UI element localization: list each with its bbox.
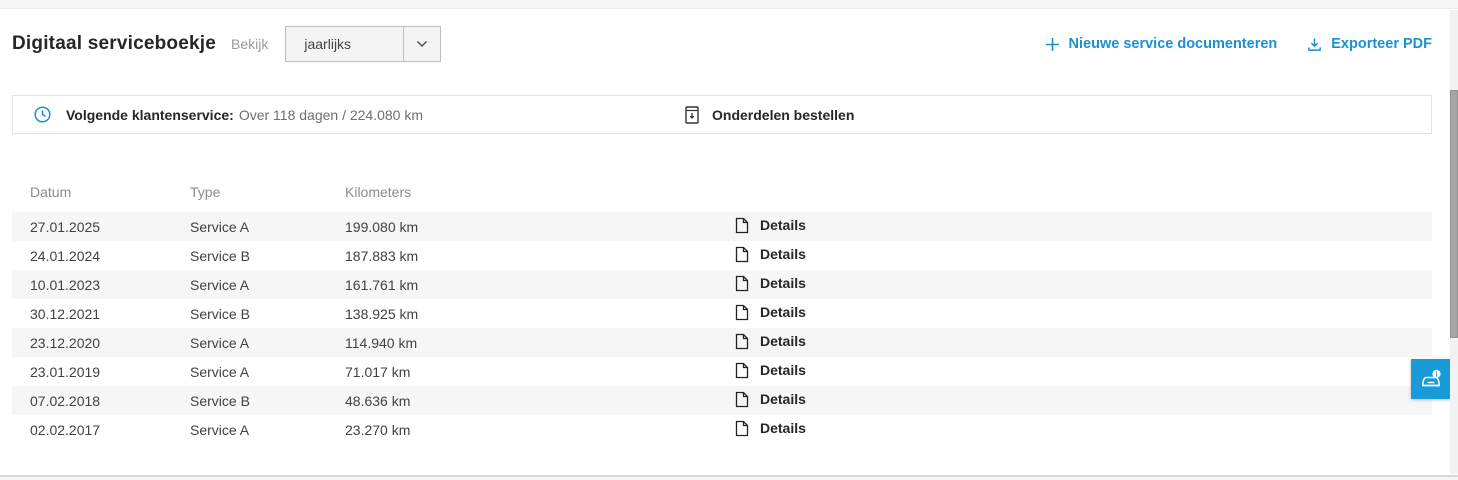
row-km: 48.636 km (345, 393, 735, 409)
svg-text:i: i (1436, 371, 1438, 378)
document-icon (735, 275, 749, 292)
new-service-button[interactable]: Nieuwe service documenteren (1045, 36, 1278, 52)
row-details-button[interactable]: Details (735, 420, 806, 437)
document-icon (735, 304, 749, 321)
row-details-label: Details (760, 420, 806, 436)
column-header-kilometers: Kilometers (345, 184, 735, 200)
order-parts-button[interactable]: Onderdelen bestellen (685, 96, 854, 133)
row-details-label: Details (760, 217, 806, 233)
column-header-datum: Datum (30, 184, 190, 200)
document-icon (735, 217, 749, 234)
row-details-label: Details (760, 362, 806, 378)
service-history-table: Datum Type Kilometers 27.01.2025 Service… (12, 175, 1432, 444)
new-service-label: Nieuwe service documenteren (1069, 36, 1278, 52)
row-details-button[interactable]: Details (735, 304, 806, 321)
row-km: 23.270 km (345, 422, 735, 438)
row-type: Service A (190, 364, 345, 380)
table-row: 24.01.2024 Service B 187.883 km Details (12, 241, 1432, 270)
next-service-info: Volgende klantenservice: Over 118 dagen … (34, 106, 423, 123)
document-icon (735, 420, 749, 437)
parts-box-icon (685, 106, 699, 124)
view-interval-select[interactable]: jaarlijks (285, 26, 441, 62)
row-details-label: Details (760, 246, 806, 262)
row-type: Service A (190, 335, 345, 351)
row-date: 02.02.2017 (30, 422, 190, 438)
service-fab-button[interactable]: i (1411, 359, 1451, 399)
view-interval-selected-value: jaarlijks (286, 36, 403, 52)
row-type: Service B (190, 306, 345, 322)
page-header: Digitaal serviceboekje Bekijk jaarlijks … (12, 26, 1432, 62)
export-pdf-label: Exporteer PDF (1331, 36, 1432, 52)
row-km: 199.080 km (345, 219, 735, 235)
next-service-value: Over 118 dagen / 224.080 km (239, 107, 423, 123)
row-details-label: Details (760, 333, 806, 349)
row-km: 114.940 km (345, 335, 735, 351)
table-row: 23.12.2020 Service A 114.940 km Details (12, 328, 1432, 357)
row-type: Service A (190, 422, 345, 438)
row-type: Service A (190, 219, 345, 235)
row-details-label: Details (760, 391, 806, 407)
row-details-button[interactable]: Details (735, 275, 806, 292)
column-header-type: Type (190, 184, 345, 200)
table-row: 10.01.2023 Service A 161.761 km Details (12, 270, 1432, 299)
car-service-icon: i (1418, 366, 1444, 392)
vertical-scrollbar[interactable] (1450, 10, 1458, 474)
document-icon (735, 391, 749, 408)
order-parts-label: Onderdelen bestellen (712, 107, 854, 123)
row-km: 187.883 km (345, 248, 735, 264)
table-header-row: Datum Type Kilometers (12, 175, 1432, 208)
plus-icon (1045, 37, 1060, 52)
bottom-edge-strip (0, 475, 1458, 480)
page-title: Digitaal serviceboekje (12, 33, 216, 55)
next-service-label: Volgende klantenservice: (66, 107, 234, 123)
export-pdf-button[interactable]: Exporteer PDF (1307, 36, 1432, 52)
row-type: Service A (190, 277, 345, 293)
row-type: Service B (190, 248, 345, 264)
table-row: 27.01.2025 Service A 199.080 km Details (12, 212, 1432, 241)
chevron-down-icon (403, 27, 440, 61)
download-icon (1307, 37, 1322, 52)
row-type: Service B (190, 393, 345, 409)
row-date: 23.01.2019 (30, 364, 190, 380)
row-date: 24.01.2024 (30, 248, 190, 264)
row-details-button[interactable]: Details (735, 391, 806, 408)
header-actions: Nieuwe service documenteren Exporteer PD… (1045, 36, 1432, 52)
row-details-button[interactable]: Details (735, 217, 806, 234)
table-row: 30.12.2021 Service B 138.925 km Details (12, 299, 1432, 328)
row-details-label: Details (760, 275, 806, 291)
row-date: 10.01.2023 (30, 277, 190, 293)
scrollbar-thumb[interactable] (1450, 90, 1458, 338)
service-table-body: 27.01.2025 Service A 199.080 km Details … (12, 212, 1432, 444)
row-details-button[interactable]: Details (735, 333, 806, 350)
clock-icon (34, 106, 51, 123)
row-date: 07.02.2018 (30, 393, 190, 409)
document-icon (735, 246, 749, 263)
next-service-info-bar: Volgende klantenservice: Over 118 dagen … (12, 95, 1432, 134)
row-date: 23.12.2020 (30, 335, 190, 351)
digital-service-book-page: Digitaal serviceboekje Bekijk jaarlijks … (0, 26, 1458, 444)
row-details-button[interactable]: Details (735, 246, 806, 263)
row-details-button[interactable]: Details (735, 362, 806, 379)
row-date: 30.12.2021 (30, 306, 190, 322)
table-row: 07.02.2018 Service B 48.636 km Details (12, 386, 1432, 415)
table-row: 23.01.2019 Service A 71.017 km Details (12, 357, 1432, 386)
table-row: 02.02.2017 Service A 23.270 km Details (12, 415, 1432, 444)
row-km: 71.017 km (345, 364, 735, 380)
row-details-label: Details (760, 304, 806, 320)
document-icon (735, 333, 749, 350)
row-km: 161.761 km (345, 277, 735, 293)
top-edge-strip (0, 0, 1458, 9)
row-date: 27.01.2025 (30, 219, 190, 235)
document-icon (735, 362, 749, 379)
view-label: Bekijk (231, 36, 268, 52)
row-km: 138.925 km (345, 306, 735, 322)
